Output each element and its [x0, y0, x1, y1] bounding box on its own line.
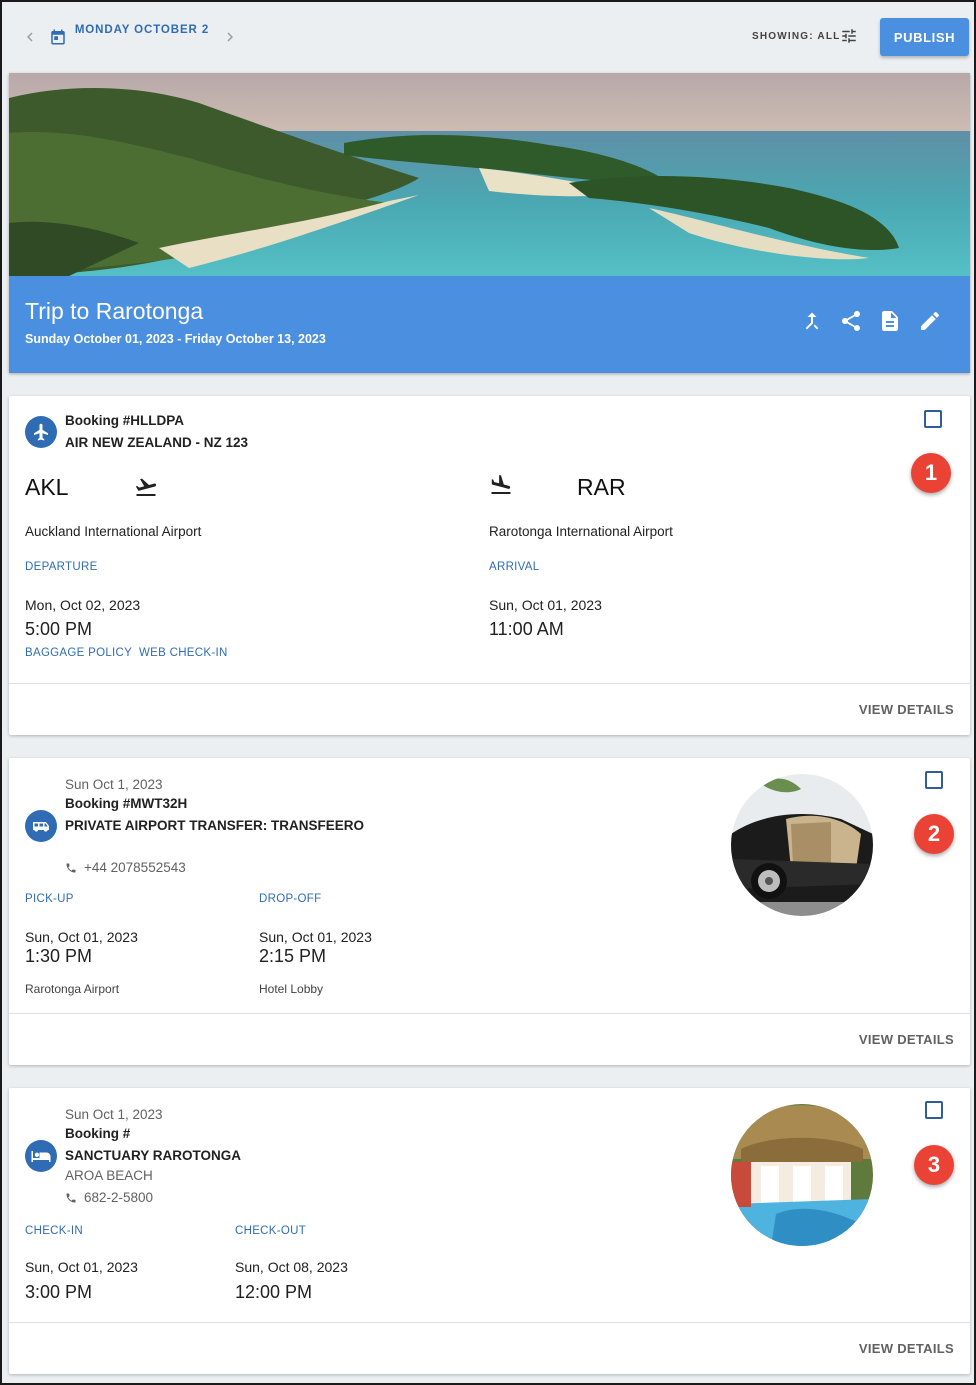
flight-booking-card: Booking #HLLDPA AIR NEW ZEALAND - NZ 123…	[9, 396, 970, 735]
bus-icon	[25, 810, 57, 842]
departure-time: 5:00 PM	[25, 619, 93, 639]
baggage-policy-link[interactable]: BAGGAGE POLICY	[25, 647, 132, 659]
edit-icon[interactable]	[918, 309, 942, 333]
hotel-date: Sun Oct 1, 2023	[65, 1107, 163, 1122]
trip-dates: Sunday October 01, 2023 - Friday October…	[25, 332, 326, 346]
view-details-button[interactable]: VIEW DETAILS	[859, 1341, 954, 1356]
pickup-date: Sun, Oct 01, 2023	[25, 929, 138, 945]
top-bar: MONDAY OCTOBER 2 SHOWING: ALL PUBLISH	[2, 2, 974, 74]
checkin-time: 3:00 PM	[25, 1282, 93, 1302]
dropoff-time: 2:15 PM	[259, 946, 327, 966]
pickup-place: Rarotonga Airport	[25, 982, 120, 996]
arrival-date: Sun, Oct 01, 2023	[489, 597, 602, 613]
checkin-label: CHECK-IN	[25, 1225, 83, 1237]
dropoff-date: Sun, Oct 01, 2023	[259, 929, 372, 945]
booking-number: Booking #MWT32H	[65, 796, 188, 811]
checkout-date: Sun, Oct 08, 2023	[235, 1259, 348, 1275]
select-checkbox[interactable]	[924, 410, 942, 428]
hotel-location: AROA BEACH	[65, 1168, 153, 1183]
destination-code: RAR	[577, 474, 626, 500]
step-marker-badge: 1	[911, 453, 951, 493]
booking-number: Booking #	[65, 1126, 131, 1141]
document-icon[interactable]	[878, 309, 902, 333]
phone-number[interactable]: +44 2078552543	[84, 860, 186, 875]
hotel-booking-card: Sun Oct 1, 2023 Booking # SANCTUARY RARO…	[9, 1088, 970, 1374]
flight-icon	[25, 416, 57, 448]
trip-cover-image	[9, 73, 970, 276]
trip-hero: Trip to Rarotonga Sunday October 01, 202…	[9, 73, 970, 373]
publish-button[interactable]: PUBLISH	[880, 18, 969, 56]
pickup-time: 1:30 PM	[25, 946, 93, 966]
takeoff-icon	[134, 475, 158, 499]
arrival-label: ARRIVAL	[489, 561, 540, 573]
merge-icon[interactable]	[800, 309, 824, 333]
dropoff-label: DROP-OFF	[259, 893, 322, 905]
dropoff-place: Hotel Lobby	[259, 982, 324, 996]
hotel-photo	[731, 1104, 873, 1246]
origin-airport: Auckland International Airport	[25, 524, 202, 539]
checkout-time: 12:00 PM	[235, 1282, 313, 1302]
app-frame: MONDAY OCTOBER 2 SHOWING: ALL PUBLISH Tr…	[0, 0, 976, 1385]
pickup-label: PICK-UP	[25, 893, 74, 905]
destination-airport: Rarotonga International Airport	[489, 524, 673, 539]
card-footer: VIEW DETAILS	[9, 683, 970, 735]
previous-day-chevron-icon[interactable]	[21, 28, 39, 46]
checkout-label: CHECK-OUT	[235, 1225, 307, 1237]
flight-carrier: AIR NEW ZEALAND - NZ 123	[65, 435, 249, 450]
trip-title: Trip to Rarotonga	[25, 298, 204, 324]
hotel-bed-icon	[25, 1140, 57, 1172]
trip-header-band: Trip to Rarotonga Sunday October 01, 202…	[9, 276, 970, 373]
transfer-date: Sun Oct 1, 2023	[65, 777, 163, 792]
calendar-icon[interactable]	[49, 28, 67, 46]
view-details-button[interactable]: VIEW DETAILS	[859, 1032, 954, 1047]
phone-icon	[65, 861, 77, 873]
select-checkbox[interactable]	[925, 771, 943, 789]
booking-number: Booking #HLLDPA	[65, 413, 184, 428]
phone-icon	[65, 1191, 77, 1203]
next-day-chevron-icon[interactable]	[221, 28, 239, 46]
phone-number[interactable]: 682-2-5800	[84, 1190, 153, 1205]
transfer-booking-card: Sun Oct 1, 2023 Booking #MWT32H PRIVATE …	[9, 758, 970, 1065]
landing-icon	[489, 473, 513, 497]
transfer-car-photo	[731, 774, 873, 916]
web-checkin-link[interactable]: WEB CHECK-IN	[139, 647, 228, 659]
checkin-date: Sun, Oct 01, 2023	[25, 1259, 138, 1275]
step-marker-badge: 3	[914, 1145, 954, 1185]
card-footer: VIEW DETAILS	[9, 1322, 970, 1374]
current-date-label[interactable]: MONDAY OCTOBER 2	[74, 23, 210, 37]
view-details-button[interactable]: VIEW DETAILS	[859, 702, 954, 717]
share-icon[interactable]	[839, 309, 863, 333]
step-marker-badge: 2	[914, 814, 954, 854]
showing-filter-label: SHOWING: ALL	[752, 31, 841, 42]
departure-date: Mon, Oct 02, 2023	[25, 597, 141, 613]
origin-code: AKL	[25, 474, 69, 500]
card-footer: VIEW DETAILS	[9, 1013, 970, 1065]
hotel-name: SANCTUARY RAROTONGA	[65, 1148, 242, 1163]
select-checkbox[interactable]	[925, 1101, 943, 1119]
arrival-time: 11:00 AM	[489, 619, 564, 639]
transfer-name: PRIVATE AIRPORT TRANSFER: TRANSFEERO	[65, 818, 365, 833]
departure-label: DEPARTURE	[25, 561, 98, 573]
filter-tune-icon[interactable]	[840, 27, 858, 45]
